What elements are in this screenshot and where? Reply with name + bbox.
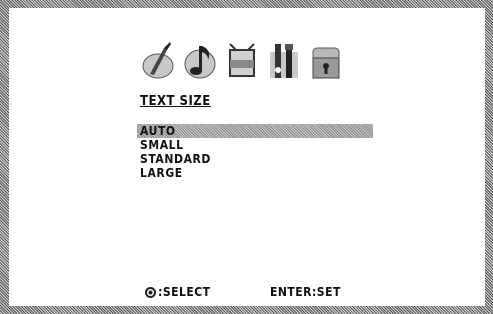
- menu-icon-bar: [140, 40, 344, 80]
- option-auto[interactable]: AUTO: [137, 124, 373, 138]
- select-hint: :SELECT: [145, 285, 211, 299]
- channel-icon[interactable]: [224, 40, 260, 80]
- picture-icon[interactable]: [140, 40, 176, 80]
- page-title: TEXT SIZE: [140, 94, 211, 109]
- joystick-icon: [145, 286, 156, 298]
- setup-icon[interactable]: [266, 40, 302, 80]
- text-size-options: AUTO SMALL STANDARD LARGE: [137, 124, 373, 180]
- sound-icon[interactable]: [182, 40, 218, 80]
- option-standard[interactable]: STANDARD: [137, 152, 373, 166]
- set-hint: ENTER:SET: [270, 285, 341, 299]
- select-hint-label: :SELECT: [158, 285, 211, 299]
- option-large[interactable]: LARGE: [137, 166, 373, 180]
- option-small[interactable]: SMALL: [137, 138, 373, 152]
- lock-icon[interactable]: [308, 40, 344, 80]
